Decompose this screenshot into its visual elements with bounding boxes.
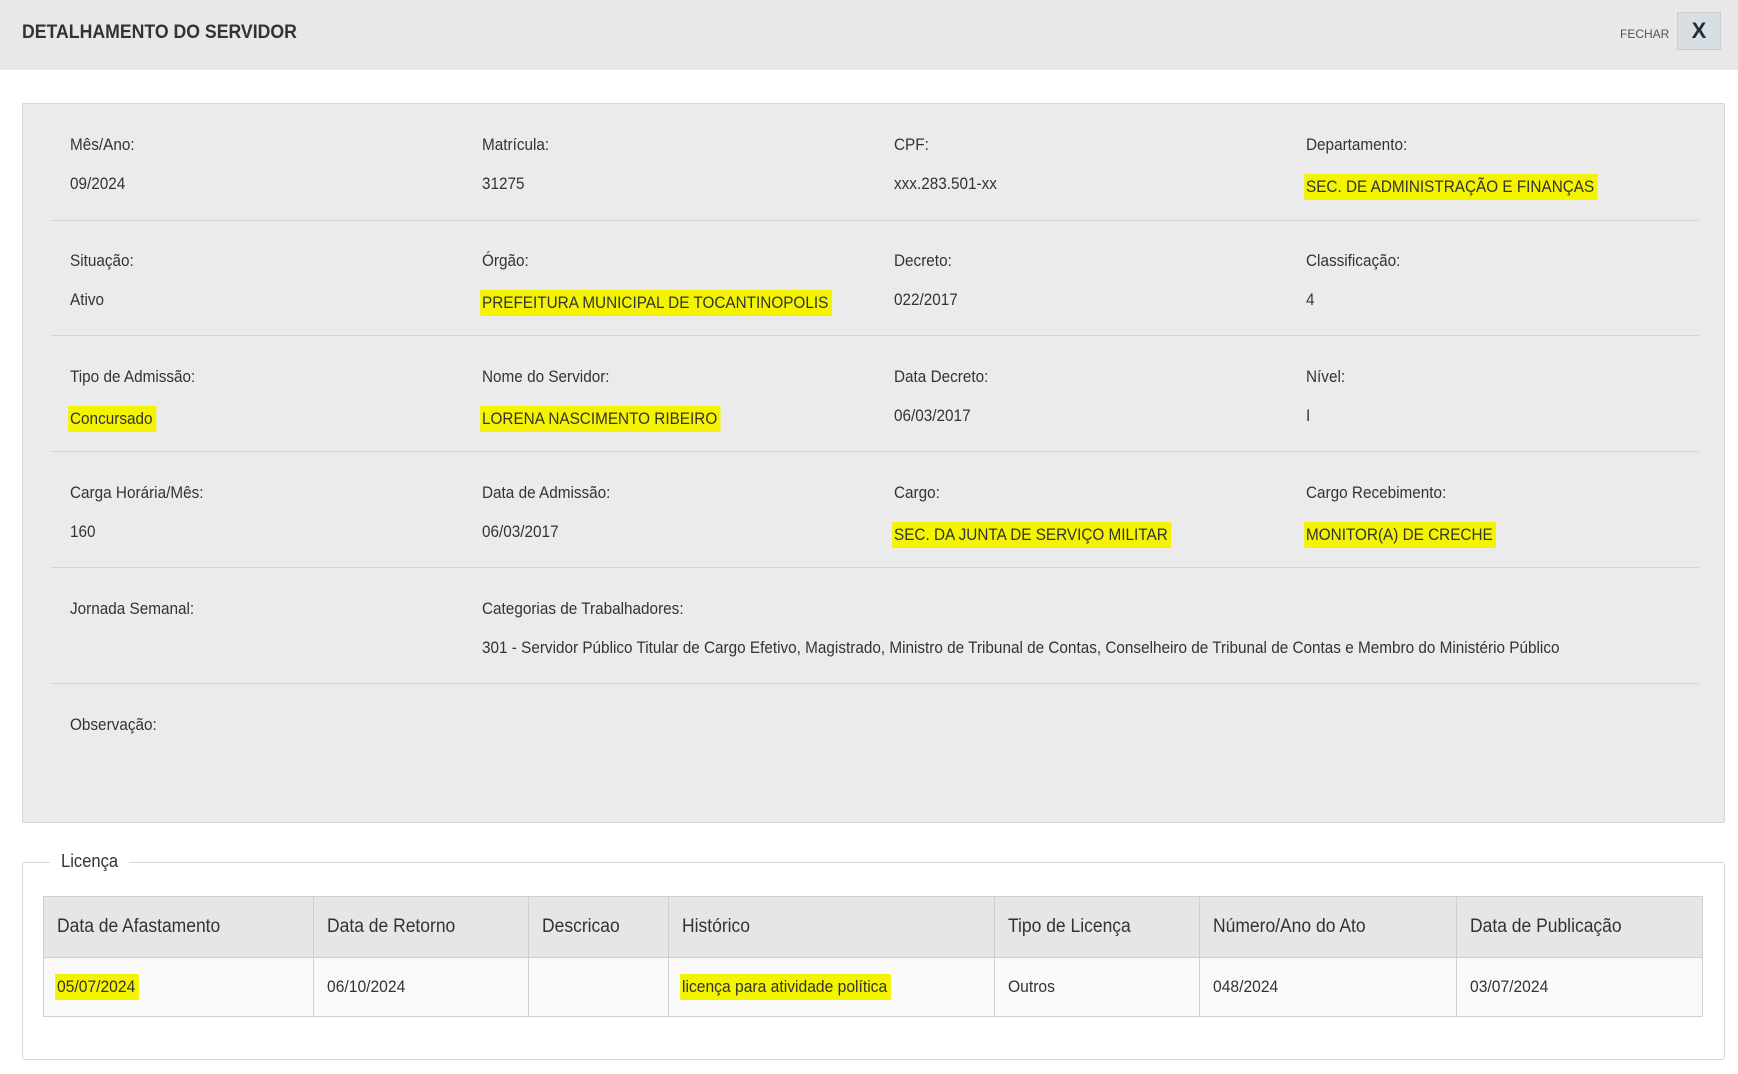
field-value: 06/03/2017 [482,522,559,541]
field-label: Matrícula: [482,135,550,154]
field-value: Ativo [70,290,105,309]
field-value: SEC. DE ADMINISTRAÇÃO E FINANÇAS [1306,174,1598,200]
row-divider [51,335,1699,336]
licenca-table: Data de Afastamento Data de Retorno Desc… [43,896,1703,1017]
field-carga-horaria: Carga Horária/Mês: 160 [70,483,218,542]
field-nivel: Nível: I [1306,367,1349,426]
field-value: Concursado [70,406,157,432]
field-label: Nível: [1306,367,1346,386]
field-label: Nome do Servidor: [482,367,610,386]
field-orgao: Órgão: PREFEITURA MUNICIPAL DE TOCANTINO… [482,251,871,316]
field-decreto: Decreto: 022/2017 [894,251,965,310]
table-cell: 03/07/2024 [1456,957,1703,1017]
column-header[interactable]: Tipo de Licença [994,896,1201,958]
table-cell: 05/07/2024 [43,957,314,1017]
table-cell: 06/10/2024 [312,957,529,1017]
row-divider [51,451,1699,452]
field-matricula: Matrícula: 31275 [482,135,557,194]
field-label: Data Decreto: [894,367,989,386]
close-button[interactable]: X [1677,12,1721,50]
field-value: xxx.283.501-xx [894,174,997,193]
field-label: CPF: [894,135,929,154]
field-label: Cargo Recebimento: [1306,483,1447,502]
field-label: Jornada Semanal: [70,599,195,618]
field-cargo-recebimento: Cargo Recebimento: MONITOR(A) DE CRECHE [1306,483,1517,548]
table-header-row: Data de Afastamento Data de Retorno Desc… [43,896,1703,958]
close-icon: X [1691,18,1707,43]
table-cell: licença para atividade política [667,957,996,1017]
field-value: 022/2017 [894,290,958,309]
table-row[interactable]: 05/07/2024 06/10/2024 licença para ativi… [43,957,1703,1017]
field-label: Mês/Ano: [70,135,135,154]
field-classificacao: Classificação: 4 [1306,251,1411,310]
column-header[interactable]: Data de Retorno [312,896,529,958]
field-label: Cargo: [894,483,940,502]
field-value: 4 [1306,290,1315,309]
field-value: 09/2024 [70,174,126,193]
field-value: LORENA NASCIMENTO RIBEIRO [482,406,721,432]
field-departamento: Departamento: SEC. DE ADMINISTRAÇÃO E FI… [1306,135,1630,200]
field-cpf: CPF: xxx.283.501-xx [894,135,1008,194]
close-label[interactable]: FECHAR [1620,27,1669,41]
field-label: Decreto: [894,251,952,270]
field-jornada-semanal: Jornada Semanal: [70,599,208,643]
table-cell: 048/2024 [1199,957,1458,1017]
field-label: Tipo de Admissão: [70,367,196,386]
table-cell: Outros [994,957,1201,1017]
field-observacao: Observação: [70,715,166,759]
field-label: Classificação: [1306,251,1401,270]
field-label: Órgão: [482,251,529,270]
field-value: 06/03/2017 [894,406,971,425]
field-label: Carga Horária/Mês: [70,483,204,502]
row-divider [51,220,1699,221]
licenca-fieldset: Licença Data de Afastamento Data de Reto… [22,851,1725,1060]
field-data-decreto: Data Decreto: 06/03/2017 [894,367,999,426]
column-header[interactable]: Data de Publicação [1456,896,1703,958]
field-nome-servidor: Nome do Servidor: LORENA NASCIMENTO RIBE… [482,367,747,432]
field-label: Categorias de Trabalhadores: [482,599,684,618]
field-value: 160 [70,522,96,541]
field-value: PREFEITURA MUNICIPAL DE TOCANTINOPOLIS [482,290,832,316]
column-header[interactable]: Histórico [667,896,996,958]
modal-title: DETALHAMENTO DO SERVIDOR [22,22,297,43]
column-header[interactable]: Número/Ano do Ato [1199,896,1458,958]
licenca-legend: Licença [50,851,130,872]
field-categorias: Categorias de Trabalhadores: 301 - Servi… [482,599,1679,658]
column-header[interactable]: Descricao [527,896,669,958]
field-value: MONITOR(A) DE CRECHE [1306,522,1497,548]
field-mes-ano: Mês/Ano: 09/2024 [70,135,142,194]
field-tipo-admissao: Tipo de Admissão: Concursado [70,367,209,432]
field-value: I [1306,406,1311,425]
field-cargo: Cargo: SEC. DA JUNTA DE SERVIÇO MILITAR [894,483,1202,548]
field-value: SEC. DA JUNTA DE SERVIÇO MILITAR [894,522,1172,548]
field-data-admissao: Data de Admissão: 06/03/2017 [482,483,625,542]
column-header[interactable]: Data de Afastamento [43,896,314,958]
field-value: 31275 [482,174,525,193]
modal-header: DETALHAMENTO DO SERVIDOR FECHAR X [0,0,1738,70]
row-divider [51,683,1699,684]
table-cell [527,957,669,1017]
field-label: Observação: [70,715,157,734]
row-divider [51,567,1699,568]
server-details-panel: Mês/Ano: 09/2024 Matrícula: 31275 CPF: x… [22,103,1725,823]
field-label: Data de Admissão: [482,483,611,502]
field-label: Departamento: [1306,135,1408,154]
field-value: 301 - Servidor Público Titular de Cargo … [482,638,1560,657]
field-label: Situação: [70,251,134,270]
field-situacao: Situação: Ativo [70,251,141,310]
